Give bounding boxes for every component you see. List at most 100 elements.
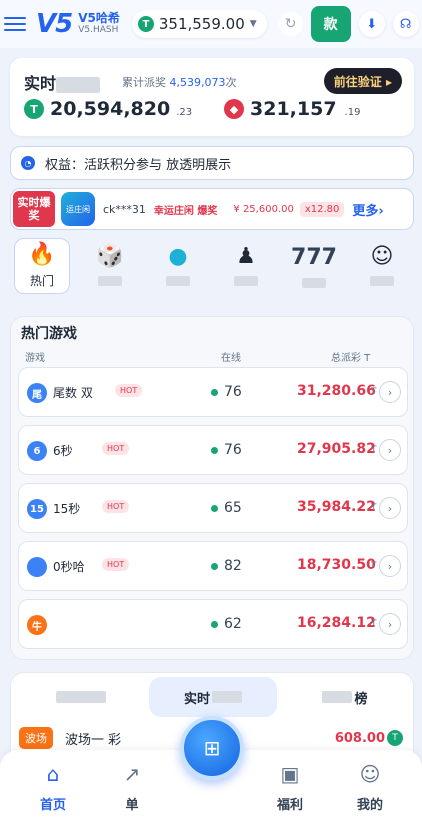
game-name: 尾数 双 (53, 386, 93, 400)
prize-value: 31,280.66 (297, 383, 376, 399)
menu-icon[interactable] (4, 17, 26, 31)
prize-unit: T (371, 503, 377, 513)
nav-home[interactable]: ⌂ 首页 (23, 762, 83, 813)
feed-value: 608.00 (334, 730, 385, 746)
user-icon: ☺ (359, 762, 381, 786)
nav-welfare[interactable]: ▣ 福利 (260, 762, 320, 813)
hot-badge: HOT (115, 384, 143, 397)
dice-icon: 🎲 (96, 244, 124, 269)
stats-left-value: 20,594,820 (50, 98, 171, 120)
deposit-button[interactable]: 款 (310, 6, 351, 42)
category-dealer[interactable]: ☺ (354, 238, 410, 294)
notice-icon: ◔ (21, 156, 35, 170)
prize-value: 16,284.12 (297, 615, 376, 631)
ticker-amount: ¥ 25,600.00 (233, 203, 294, 215)
more-link[interactable]: 更多› (352, 200, 383, 219)
prize-unit: T (371, 445, 377, 455)
game-row[interactable]: 尾尾数 双 HOT 76 31,280.66 T › (18, 367, 408, 417)
logo: V5 (36, 9, 73, 39)
verify-button[interactable]: 前往验证 ▸ (323, 68, 402, 94)
nav-orders[interactable]: ↗ 单 (102, 762, 162, 813)
chevron-right-icon[interactable]: › (379, 613, 401, 635)
t-coin-icon: T (24, 99, 44, 119)
prize-value: 18,730.50 (297, 557, 376, 573)
game-icon: 15 (27, 499, 47, 519)
download-icon[interactable]: ⬇ (358, 11, 385, 37)
game-name: 15秒 (53, 502, 81, 516)
hot-games-panel: 热门游戏 游戏 在线 总派彩 T 尾尾数 双 HOT 76 31,280.66 T › 6 6… (10, 316, 414, 660)
stats-title: 实时 (24, 70, 101, 94)
prize-value: 27,905.82 (297, 441, 376, 457)
online-value: 76 (224, 384, 242, 400)
game-icon (27, 557, 47, 577)
stats-total: 累计派奖 4,539,073次 (122, 76, 237, 89)
category-chess[interactable]: ♟ (218, 238, 274, 294)
stats-left-decimal: .23 (176, 107, 193, 118)
chess-icon: ♟ (236, 244, 256, 269)
prize-value: 35,984.22 (297, 499, 376, 515)
t-coin-icon: T (137, 16, 154, 32)
chevron-right-icon[interactable]: › (379, 381, 401, 403)
online-value: 62 (224, 616, 242, 632)
game-name: 0秒哈 (53, 560, 85, 574)
tab-1[interactable] (21, 677, 141, 717)
ball-icon: ● (168, 244, 188, 269)
chevron-right-icon[interactable]: › (379, 555, 401, 577)
home-icon: ⌂ (46, 762, 60, 786)
ticker-user: ck***31 (103, 202, 146, 216)
online-dot-icon (211, 620, 218, 628)
category-dice[interactable]: 🎲 (82, 238, 138, 294)
stats-left: T 20,594,820 .23 (24, 98, 192, 120)
game-row[interactable]: 6 6秒 HOT 76 27,905.82 T › (18, 425, 408, 475)
category-ball[interactable]: ● (150, 238, 206, 294)
game-center-button[interactable]: ⊞ (180, 716, 244, 780)
hot-badge: HOT (102, 442, 130, 455)
tab-bar: 实时 榜 (11, 677, 415, 717)
game-row[interactable]: 牛 62 16,284.12 T › (18, 599, 408, 649)
prize-unit: T (371, 387, 377, 397)
ticker-win-text: 幸运庄闲 爆奖 (153, 205, 218, 217)
stats-right-decimal: .19 (344, 107, 361, 118)
online-value: 82 (224, 558, 242, 574)
game-icon: 运庄闲 (61, 192, 95, 226)
category-hot[interactable]: 🔥 热门 (14, 238, 70, 294)
hot-badge: HOT (102, 500, 130, 513)
balance-amount: 351,559.00 (158, 15, 245, 33)
nav-mine[interactable]: ☺ 我的 (340, 762, 400, 813)
prize-unit: T (371, 619, 377, 629)
dealer-icon: ☺ (370, 244, 394, 269)
trend-icon: ↗ (123, 762, 141, 786)
notice-text: 权益：活跃积分参与 放透明展示 (45, 157, 232, 173)
chevron-right-icon[interactable]: › (379, 439, 401, 461)
fire-icon: 🔥 (28, 241, 56, 267)
game-row[interactable]: 15 15秒 HOT 65 35,984.22 T › (18, 483, 408, 533)
stats-right: ◆ 321,157 .19 (224, 98, 360, 120)
online-value: 76 (224, 442, 242, 458)
balance-selector[interactable]: T 351,559.00 ▼ (131, 10, 267, 38)
online-count: 76 (211, 384, 242, 400)
ticker-tag: 实时爆奖 (13, 191, 55, 227)
win-ticker[interactable]: 实时爆奖 运庄闲 ck***31 幸运庄闲 爆奖 ¥ 25,600.00 x12… (10, 188, 414, 230)
brand: V5哈希 V5.HASH (78, 12, 120, 35)
game-icon: 6 (27, 441, 47, 461)
headset-icon[interactable]: ☊ (392, 11, 419, 37)
chevron-down-icon: ▼ (249, 19, 257, 29)
chevron-right-icon[interactable]: › (379, 497, 401, 519)
refresh-icon[interactable]: ↻ (278, 12, 303, 36)
online-dot-icon (211, 446, 218, 454)
category-label: 热门 (29, 273, 54, 288)
tab-ranking[interactable]: 榜 (285, 677, 405, 717)
online-count: 76 (211, 442, 242, 458)
online-count: 65 (211, 500, 242, 516)
online-dot-icon (211, 504, 218, 512)
prize-unit: T (371, 561, 377, 571)
category-slot[interactable]: 777 (286, 238, 342, 294)
hot-badge: HOT (102, 558, 130, 571)
tab-live[interactable]: 实时 (149, 677, 277, 717)
game-row[interactable]: 0秒哈 HOT 82 18,730.50 T › (18, 541, 408, 591)
game-icon: 牛 (27, 615, 47, 635)
feed-game: 波场一 彩 (65, 732, 122, 748)
notice-bar[interactable]: ◔ 权益：活跃积分参与 放透明展示 (10, 146, 414, 180)
game-icon: 尾 (27, 383, 47, 403)
online-count: 82 (211, 558, 242, 574)
